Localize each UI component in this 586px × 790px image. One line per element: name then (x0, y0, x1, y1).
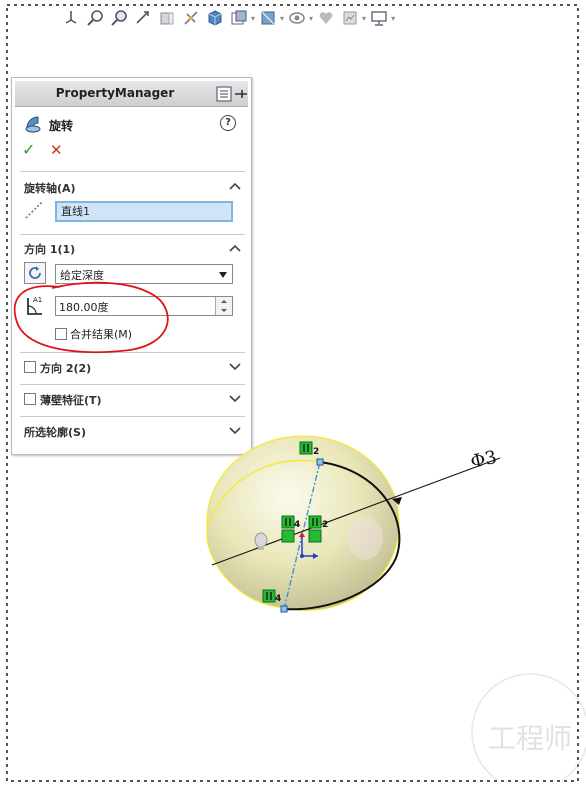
dimension-label[interactable]: Φ3 (469, 447, 499, 473)
sketch-point[interactable] (280, 605, 288, 613)
relation-number: 2 (313, 447, 319, 457)
sketch-point[interactable] (316, 458, 324, 466)
relation-number: 4 (294, 520, 300, 530)
watermark-logo: 工程师 (471, 673, 586, 780)
screenshot-frame: ▾ ▾ ▾ ▾ ▾ PropertyManager 旋转 ? ✓ ✕ 旋转轴(A… (0, 0, 586, 790)
relation-number: 4 (275, 594, 281, 604)
relation-number: 2 (322, 520, 328, 530)
relation-marker[interactable] (281, 529, 295, 543)
watermark-text: 工程师 (488, 722, 572, 755)
relation-marker[interactable] (308, 529, 322, 543)
sphere-highlight (347, 516, 383, 560)
